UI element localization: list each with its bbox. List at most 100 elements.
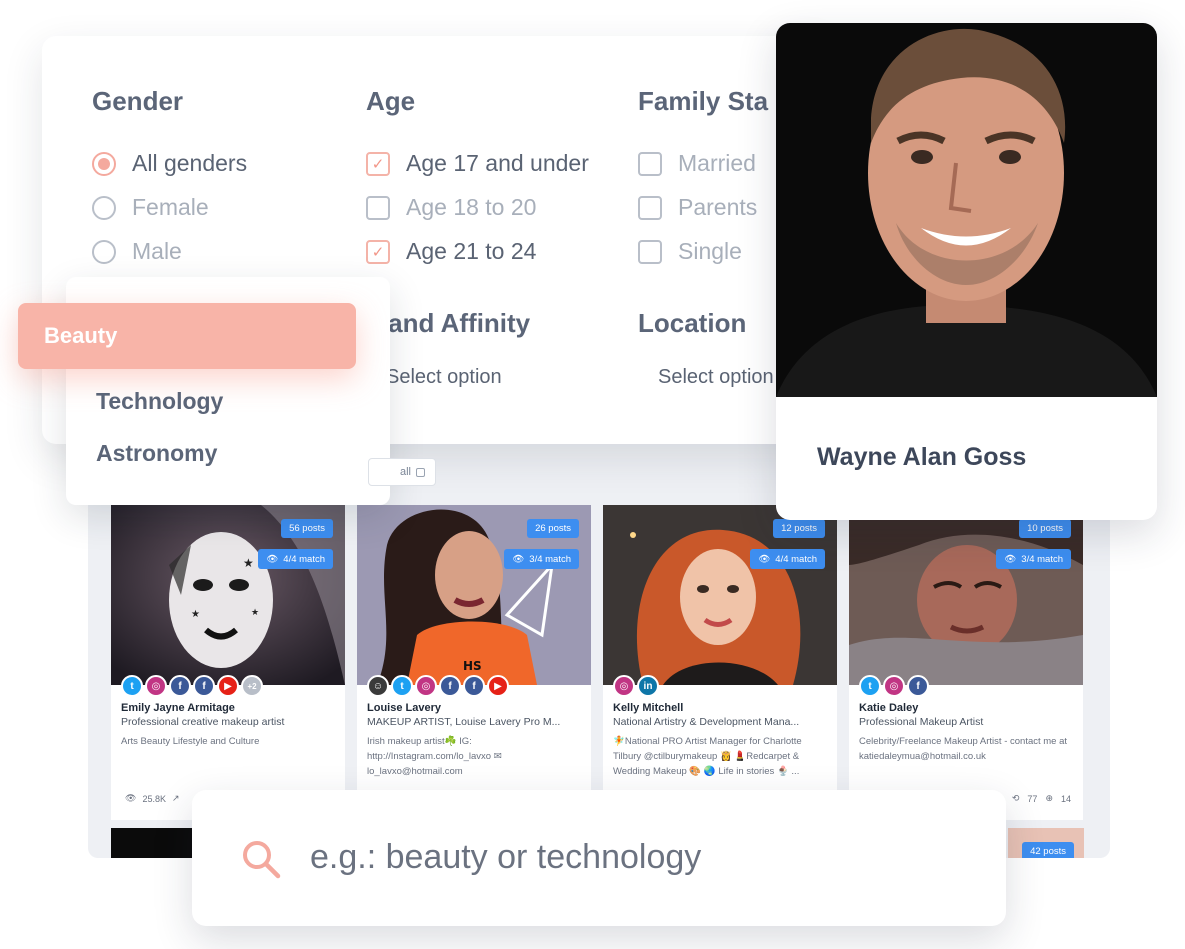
- checkbox-checked[interactable]: ✓: [366, 239, 390, 264]
- checkbox[interactable]: [366, 195, 390, 220]
- influencer-name: Kelly Mitchell: [613, 702, 684, 714]
- gender-option-all[interactable]: All genders: [92, 150, 247, 177]
- posts-badge: 26 posts: [527, 519, 579, 538]
- family-option-parents[interactable]: Parents: [638, 194, 757, 221]
- select-all-label: all: [399, 466, 411, 478]
- influencer-photo: 42 posts: [1008, 828, 1084, 858]
- facebook-icon[interactable]: f: [439, 675, 461, 697]
- category-item-beauty[interactable]: Beauty: [18, 303, 356, 369]
- option-label: Age 18 to 20: [406, 194, 537, 220]
- influencer-stats: ⟲ 77 ⊕ 14: [1012, 793, 1071, 804]
- option-label: Married: [678, 150, 756, 176]
- category-item-technology[interactable]: Technology: [96, 388, 223, 415]
- influencer-photo: [111, 828, 193, 858]
- search-bar: [192, 790, 1006, 926]
- option-label: Parents: [678, 194, 758, 220]
- youtube-icon[interactable]: ▶: [217, 675, 239, 697]
- radio-button[interactable]: [92, 195, 116, 220]
- shares-count: 77: [1027, 793, 1038, 804]
- radio-button[interactable]: [92, 239, 116, 264]
- eye-icon: 👁: [512, 553, 525, 565]
- svg-text:HS: HS: [463, 659, 482, 673]
- reach-count: 14: [1060, 793, 1071, 804]
- match-label: 3/4 match: [1021, 553, 1063, 565]
- instagram-icon[interactable]: ◎: [415, 675, 437, 697]
- influencer-bio: Arts Beauty Lifestyle and Culture: [121, 736, 260, 747]
- option-label: Age 17 and under: [406, 150, 589, 176]
- select-all-checkbox[interactable]: [416, 467, 425, 477]
- location-title: Location: [638, 308, 747, 338]
- eye-icon: 👁: [758, 553, 771, 565]
- views-count: 25.8K: [142, 793, 166, 804]
- twitter-icon[interactable]: t: [859, 675, 881, 697]
- location-select[interactable]: Select option: [658, 366, 774, 389]
- svg-text:★: ★: [243, 556, 254, 570]
- instagram-icon[interactable]: ◎: [613, 675, 635, 697]
- search-icon: [240, 838, 282, 885]
- profile-card[interactable]: Wayne Alan Goss: [776, 23, 1157, 520]
- influencer-name: Emily Jayne Armitage: [121, 702, 235, 714]
- checkbox[interactable]: [638, 195, 662, 220]
- reach-icon: ⊕: [1045, 793, 1053, 803]
- influencer-card[interactable]: HS 26 posts 👁 3/4 match ☺ t ◎ f f ▶ Louis…: [357, 505, 591, 820]
- radio-button[interactable]: [92, 151, 116, 176]
- twitter-icon[interactable]: t: [391, 675, 413, 697]
- social-icons: t ◎ f f ▶ +2: [121, 675, 263, 697]
- facebook-icon[interactable]: f: [193, 675, 215, 697]
- option-label: Single: [678, 238, 742, 264]
- checkbox[interactable]: [638, 239, 662, 264]
- profile-photo: [776, 23, 1157, 397]
- facebook-icon[interactable]: f: [907, 675, 929, 697]
- influencer-card[interactable]: 12 posts 👁 4/4 match ◎ in Kelly Mitchell …: [603, 505, 837, 820]
- youtube-icon[interactable]: ▶: [487, 675, 509, 697]
- influencer-card[interactable]: ★ ★ ★ 56 posts 👁 4/4 match t ◎ f f ▶ +2 E…: [111, 505, 345, 820]
- instagram-icon[interactable]: ◎: [883, 675, 905, 697]
- match-label: 4/4 match: [283, 553, 325, 565]
- share-icon: ⟲: [1011, 793, 1020, 803]
- age-option-21-24[interactable]: ✓ Age 21 to 24: [366, 238, 536, 265]
- option-label: Male: [132, 238, 182, 264]
- svg-text:★: ★: [191, 609, 200, 620]
- match-badge: 👁 3/4 match: [504, 549, 579, 569]
- posts-badge: 56 posts: [281, 519, 333, 538]
- more-socials-badge[interactable]: +2: [241, 675, 263, 697]
- trend-icon: ↗: [171, 793, 180, 803]
- category-item-astronomy[interactable]: Astronomy: [96, 440, 217, 467]
- brand-affinity-title: rand Affinity: [378, 308, 531, 338]
- select-all-toggle[interactable]: all: [368, 458, 436, 486]
- eye-icon: 👁: [266, 553, 279, 565]
- twitter-icon[interactable]: t: [121, 675, 143, 697]
- match-badge: 👁 3/4 match: [996, 549, 1071, 569]
- influencer-role: National Artistry & Development Mana...: [613, 716, 800, 728]
- eye-icon: 👁: [125, 793, 137, 803]
- age-title: Age: [366, 86, 416, 116]
- option-label: Female: [132, 194, 209, 220]
- checkbox[interactable]: [638, 151, 662, 176]
- gender-title: Gender: [92, 86, 184, 116]
- influencer-name: Katie Daley: [859, 702, 919, 714]
- brand-affinity-select[interactable]: Select option: [386, 366, 502, 389]
- snapchat-icon[interactable]: ☺: [367, 675, 389, 697]
- family-option-single[interactable]: Single: [638, 238, 742, 265]
- checkbox-checked[interactable]: ✓: [366, 151, 390, 176]
- family-option-married[interactable]: Married: [638, 150, 756, 177]
- influencer-role: MAKEUP ARTIST, Louise Lavery Pro M...: [367, 716, 561, 728]
- influencer-bio: 🧚National PRO Artist Manager for Charlot…: [613, 736, 802, 777]
- instagram-icon[interactable]: ◎: [145, 675, 167, 697]
- match-label: 3/4 match: [529, 553, 571, 565]
- facebook-icon[interactable]: f: [463, 675, 485, 697]
- posts-badge: 42 posts: [1022, 842, 1074, 858]
- option-label: All genders: [132, 150, 248, 176]
- age-option-17-under[interactable]: ✓ Age 17 and under: [366, 150, 589, 177]
- search-input[interactable]: [310, 832, 950, 882]
- linkedin-icon[interactable]: in: [637, 675, 659, 697]
- social-icons: ◎ in: [613, 675, 659, 697]
- posts-badge: 12 posts: [773, 519, 825, 538]
- gender-option-male[interactable]: Male: [92, 238, 182, 265]
- svg-text:★: ★: [251, 608, 259, 618]
- influencer-stats: 👁 25.8K ↗: [125, 793, 180, 804]
- facebook-icon[interactable]: f: [169, 675, 191, 697]
- gender-option-female[interactable]: Female: [92, 194, 209, 221]
- age-option-18-20[interactable]: Age 18 to 20: [366, 194, 536, 221]
- influencer-card[interactable]: 10 posts 👁 3/4 match t ◎ f Katie Daley Pr…: [849, 505, 1083, 820]
